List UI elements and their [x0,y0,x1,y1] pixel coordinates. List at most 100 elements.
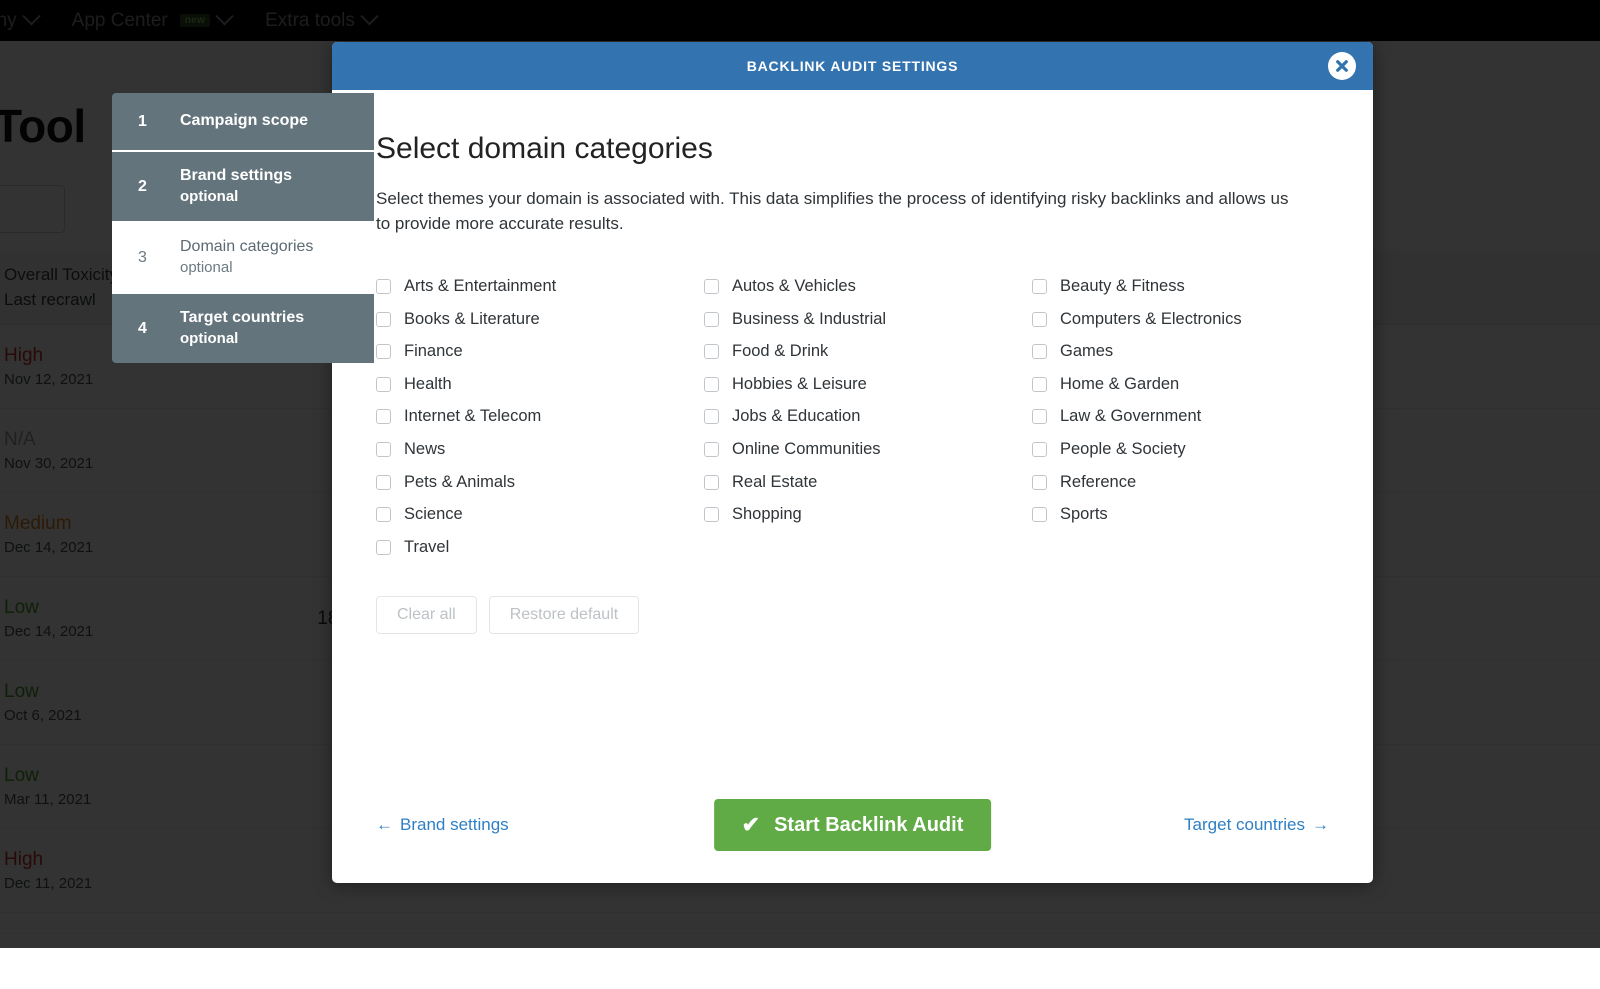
checkbox-icon[interactable] [704,507,719,522]
checkbox-icon[interactable] [704,279,719,294]
category-checkbox-item[interactable]: Arts & Entertainment [376,270,704,303]
category-checkbox-item[interactable]: Games [1032,335,1360,368]
next-step-link[interactable]: Target countries → [1184,815,1329,835]
category-checkbox-item[interactable]: Online Communities [704,433,1032,466]
domain-categories-grid: Arts & Entertainment Books & Literature Fi… [376,270,1329,563]
category-label: Computers & Electronics [1060,310,1242,329]
next-step-label: Target countries [1184,815,1305,835]
clear-all-button[interactable]: Clear all [376,596,477,634]
category-label: Real Estate [732,473,817,492]
check-icon: ✔ [742,812,760,838]
category-checkbox-item[interactable]: Autos & Vehicles [704,270,1032,303]
checkbox-icon[interactable] [376,475,391,490]
category-label: Health [404,375,452,394]
checkbox-icon[interactable] [704,442,719,457]
checkbox-icon[interactable] [704,409,719,424]
category-label: Online Communities [732,440,881,459]
category-label: News [404,440,445,459]
step-optional-label: optional [180,329,304,349]
category-checkbox-item[interactable]: People & Society [1032,433,1360,466]
category-checkbox-item[interactable]: Computers & Electronics [1032,303,1360,336]
category-checkbox-item[interactable]: Home & Garden [1032,368,1360,401]
sidebar-step-brand-settings[interactable]: 2Brand settingsoptional [112,150,374,221]
category-checkbox-item[interactable]: Jobs & Education [704,401,1032,434]
checkbox-icon[interactable] [704,312,719,327]
checkbox-icon[interactable] [704,377,719,392]
start-backlink-audit-button[interactable]: ✔ Start Backlink Audit [714,799,992,851]
checkbox-icon[interactable] [704,344,719,359]
category-label: People & Society [1060,440,1186,459]
step-labels: Brand settingsoptional [180,166,292,206]
dialog-body: Select domain categories Select themes y… [332,90,1373,883]
close-circle-icon[interactable] [1328,52,1356,80]
step-optional-label: optional [180,258,313,278]
category-checkbox-item[interactable]: Health [376,368,704,401]
checkbox-icon[interactable] [1032,442,1047,457]
category-label: Law & Government [1060,407,1201,426]
category-checkbox-item[interactable]: Finance [376,335,704,368]
checkbox-icon[interactable] [1032,344,1047,359]
checkbox-icon[interactable] [1032,312,1047,327]
checkbox-icon[interactable] [1032,475,1047,490]
sidebar-step-target-countries[interactable]: 4Target countriesoptional [112,292,374,363]
category-checkbox-item[interactable]: Real Estate [704,466,1032,499]
category-label: Pets & Animals [404,473,515,492]
checkbox-icon[interactable] [1032,507,1047,522]
dialog-title: Select domain categories [376,132,1329,166]
checkbox-icon[interactable] [376,312,391,327]
checkbox-icon[interactable] [1032,279,1047,294]
category-checkbox-item[interactable]: Law & Government [1032,401,1360,434]
category-column: Beauty & Fitness Computers & Electronics G… [1032,270,1360,563]
step-label: Brand settings [180,166,292,187]
arrow-left-icon: ← [376,815,393,835]
checkbox-icon[interactable] [376,344,391,359]
category-checkbox-item[interactable]: Books & Literature [376,303,704,336]
step-number: 3 [138,249,180,267]
step-label: Campaign scope [180,111,308,132]
category-label: Reference [1060,473,1136,492]
checkbox-icon[interactable] [1032,409,1047,424]
category-checkbox-item[interactable]: Beauty & Fitness [1032,270,1360,303]
checkbox-icon[interactable] [376,409,391,424]
category-label: Hobbies & Leisure [732,375,867,394]
category-checkbox-item[interactable]: Sports [1032,498,1360,531]
category-checkbox-item[interactable]: Internet & Telecom [376,401,704,434]
category-label: Travel [404,538,449,557]
category-checkbox-item[interactable]: News [376,433,704,466]
checkbox-icon[interactable] [376,540,391,555]
dialog-description: Select themes your domain is associated … [376,187,1306,236]
checkbox-icon[interactable] [1032,377,1047,392]
category-label: Books & Literature [404,310,540,329]
prev-step-link[interactable]: ← Brand settings [376,815,509,835]
step-labels: Campaign scope [180,111,308,132]
sidebar-step-domain-categories[interactable]: 3Domain categoriesoptional [112,221,374,292]
category-actions: Clear all Restore default [376,596,1329,634]
category-checkbox-item[interactable]: Hobbies & Leisure [704,368,1032,401]
category-label: Finance [404,342,463,361]
checkbox-icon[interactable] [376,279,391,294]
checkbox-icon[interactable] [704,475,719,490]
restore-default-button[interactable]: Restore default [489,596,640,634]
category-checkbox-item[interactable]: Business & Industrial [704,303,1032,336]
sidebar-step-campaign-scope[interactable]: 1Campaign scope [112,93,374,150]
category-label: Beauty & Fitness [1060,277,1185,296]
step-labels: Target countriesoptional [180,308,304,348]
category-checkbox-item[interactable]: Science [376,498,704,531]
checkbox-icon[interactable] [376,442,391,457]
step-optional-label: optional [180,187,292,207]
category-label: Arts & Entertainment [404,277,556,296]
step-number: 4 [138,320,180,338]
category-checkbox-item[interactable]: Pets & Animals [376,466,704,499]
checkbox-icon[interactable] [376,507,391,522]
category-label: Shopping [732,505,802,524]
category-label: Jobs & Education [732,407,860,426]
category-checkbox-item[interactable]: Food & Drink [704,335,1032,368]
wizard-steps-sidebar: 1Campaign scope2Brand settingsoptional3D… [112,93,374,363]
checkbox-icon[interactable] [376,377,391,392]
category-checkbox-item[interactable]: Reference [1032,466,1360,499]
category-checkbox-item[interactable]: Shopping [704,498,1032,531]
arrow-right-icon: → [1312,815,1329,835]
start-backlink-audit-label: Start Backlink Audit [774,814,963,837]
category-checkbox-item[interactable]: Travel [376,531,704,564]
backlink-audit-settings-dialog: BACKLINK AUDIT SETTINGS Select domain ca… [332,42,1373,883]
